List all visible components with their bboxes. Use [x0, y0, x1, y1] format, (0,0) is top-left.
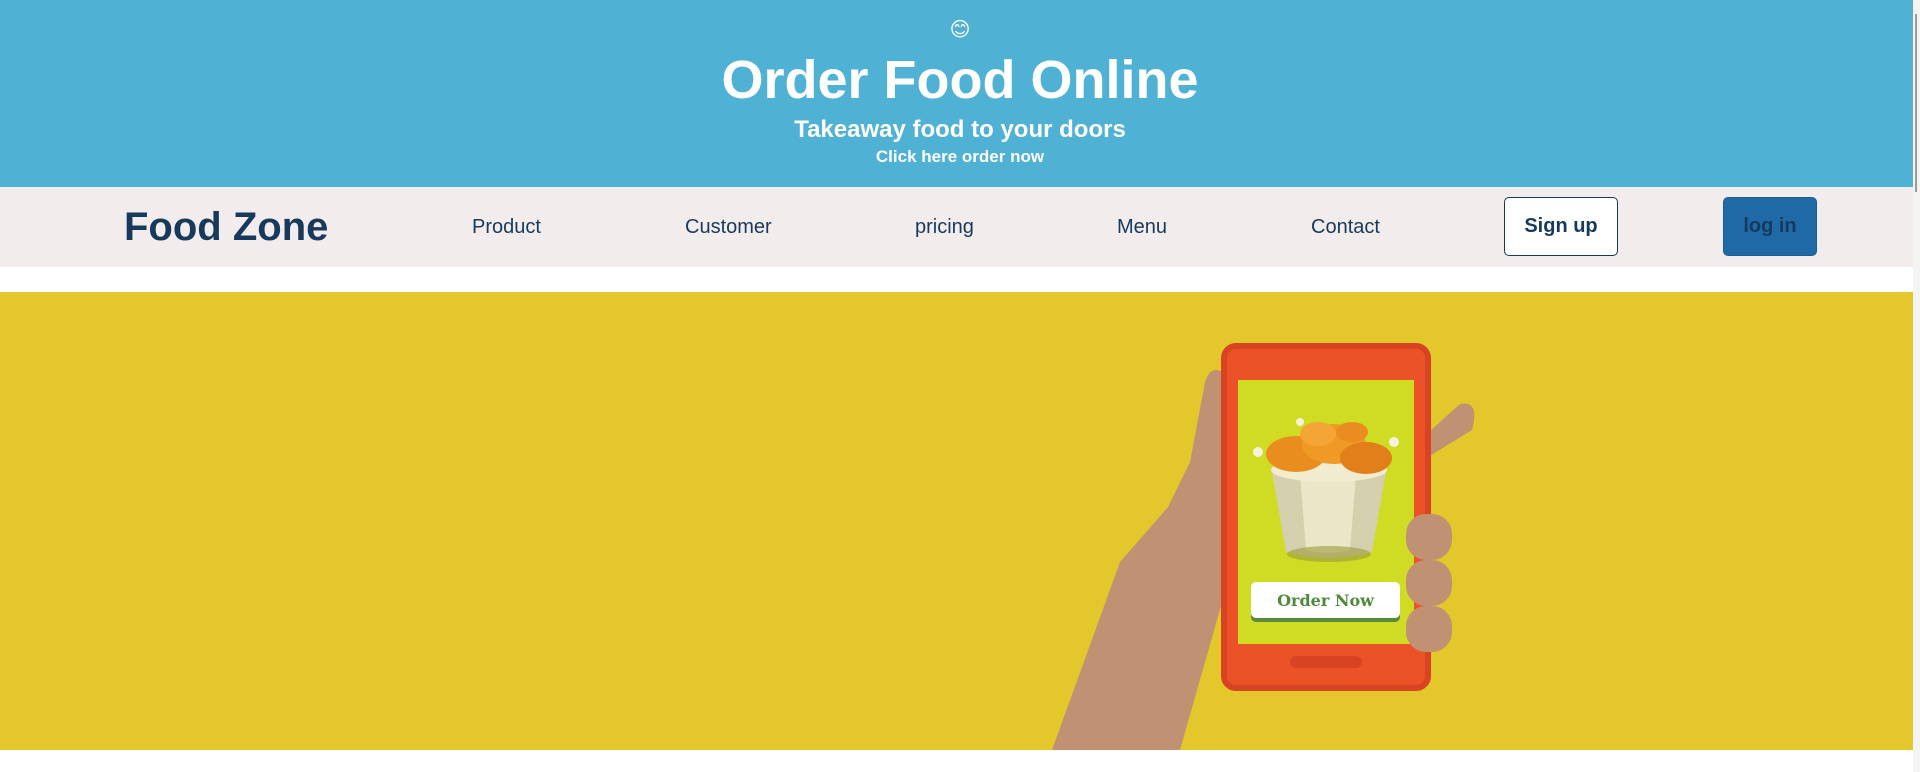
order-now-link[interactable]: Click here order now [0, 147, 1920, 167]
nav-link-product[interactable]: Product [472, 214, 541, 240]
banner-subtitle: Takeaway food to your doors [794, 116, 1126, 143]
top-banner: 😊 Order Food Online Takeaway food to you… [0, 0, 1920, 187]
login-button[interactable]: log in [1723, 197, 1817, 256]
hero-banner: Order Now [0, 292, 1920, 750]
signup-button[interactable]: Sign up [1504, 197, 1618, 256]
smiley-icon: 😊 [949, 19, 971, 41]
nav-link-pricing[interactable]: pricing [915, 214, 974, 240]
nav-link-contact[interactable]: Contact [1311, 214, 1380, 240]
navbar: Food Zone Product Customer pricing Menu … [0, 187, 1920, 267]
scrollbar-thumb[interactable] [1915, 14, 1917, 192]
nav-link-menu[interactable]: Menu [1117, 214, 1167, 240]
nav-link-customer[interactable]: Customer [685, 214, 772, 240]
order-now-button[interactable]: Order Now [1251, 582, 1400, 618]
hand-holding-phone-icon [1052, 343, 1475, 750]
brand-logo[interactable]: Food Zone [124, 203, 328, 251]
page-title: Order Food Online [721, 50, 1199, 110]
page: 😊 Order Food Online Takeaway food to you… [0, 0, 1920, 772]
